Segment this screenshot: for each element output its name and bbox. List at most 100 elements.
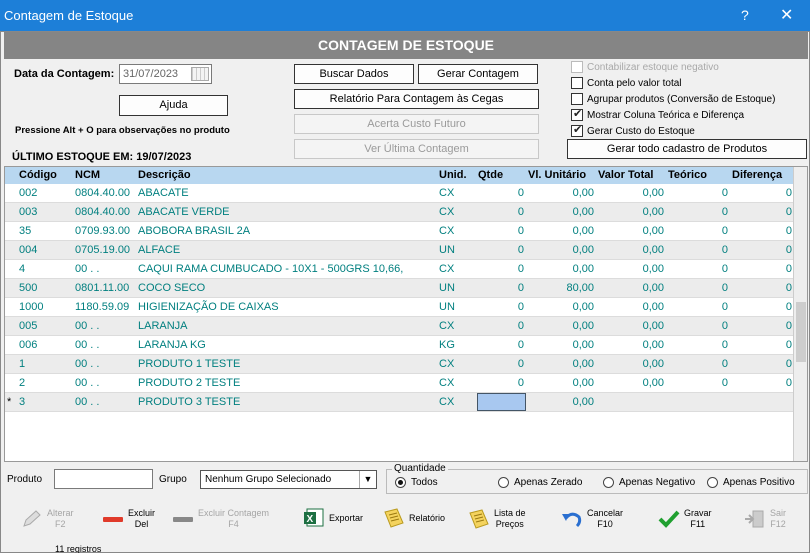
cancelar-key: F10 — [597, 519, 613, 529]
calendar-icon[interactable] — [191, 67, 209, 81]
date-value: 31/07/2023 — [123, 68, 179, 80]
cell-vu: 0,00 — [572, 263, 594, 275]
table-row[interactable]: 004 0705.19.00 ALFACE UN 0 0,00 0,00 0 0 — [5, 241, 795, 260]
cell-teo: 0 — [721, 301, 728, 313]
chevron-down-icon[interactable]: ▼ — [359, 471, 376, 488]
table-row[interactable]: * 3 00 . . PRODUTO 3 TESTE CX 0,00 — [5, 393, 795, 412]
cell-vu: 0,00 — [572, 320, 594, 332]
cell-qtde: 0 — [517, 301, 524, 313]
cancelar-button[interactable]: Cancelar F10 — [561, 508, 623, 530]
table-row[interactable]: 2 00 . . PRODUTO 2 TESTE CX 0 0,00 0,00 0 0 — [5, 374, 795, 393]
grupo-select[interactable]: Nenhum Grupo Selecionado ▼ — [200, 470, 377, 489]
option-mostrar-teorica[interactable]: Mostrar Coluna Teórica e Diferença — [571, 107, 745, 121]
buscar-dados-button[interactable]: Buscar Dados — [294, 64, 414, 84]
cell-unid: CX — [439, 377, 455, 389]
table-row[interactable]: 500 0801.11.00 COCO SECO UN 0 80,00 0,00 0 0 — [5, 279, 795, 298]
cell-ncm: 00 . . — [75, 263, 100, 275]
relatorio-cegas-button[interactable]: Relatório Para Contagem às Cegas — [294, 89, 539, 109]
cell-qtde: 0 — [517, 320, 524, 332]
scrollbar-thumb[interactable] — [796, 302, 806, 362]
sair-label: Sair — [770, 508, 787, 518]
radio-todos[interactable]: Todos — [395, 477, 438, 488]
date-field[interactable]: 31/07/2023 — [119, 64, 212, 84]
cell-desc: ALFACE — [138, 244, 181, 256]
table-row[interactable]: 003 0804.40.00 ABACATE VERDE CX 0 0,00 0,00 0 0 — [5, 203, 795, 222]
column-header[interactable]: Código — [19, 169, 57, 181]
cell-codigo: 005 — [19, 320, 38, 332]
page-title: CONTAGEM DE ESTOQUE — [4, 32, 808, 59]
acerta-custo-button[interactable]: Acerta Custo Futuro — [294, 114, 539, 134]
radio-apenas-zerado[interactable]: Apenas Zerado — [498, 477, 582, 488]
cell-ncm: 00 . . — [75, 358, 100, 370]
qtde-edit-cell[interactable] — [477, 393, 526, 411]
cell-ncm: 0804.40.00 — [75, 187, 131, 199]
gerar-todo-cadastro-button[interactable]: Gerar todo cadastro de Produtos — [567, 139, 807, 159]
gravar-key: F11 — [690, 519, 706, 529]
cell-vt: 0,00 — [642, 339, 664, 351]
option-gerar-custo[interactable]: Gerar Custo do Estoque — [571, 123, 695, 137]
option-label: Agrupar produtos (Conversão de Estoque) — [587, 93, 776, 105]
exportar-button[interactable]: X Exportar — [303, 508, 363, 528]
column-header[interactable]: Diferença — [732, 169, 782, 181]
column-header[interactable]: Teórico — [668, 169, 707, 181]
grupo-label: Grupo — [159, 474, 187, 485]
table-row[interactable]: 1 00 . . PRODUTO 1 TESTE CX 0 0,00 0,00 0 0 — [5, 355, 795, 374]
table-row[interactable]: 005 00 . . LARANJA CX 0 0,00 0,00 0 0 — [5, 317, 795, 336]
gerar-contagem-button[interactable]: Gerar Contagem — [418, 64, 538, 84]
cell-desc: COCO SECO — [138, 282, 206, 294]
column-header[interactable]: Descrição — [138, 169, 191, 181]
option-label: Mostrar Coluna Teórica e Diferença — [587, 109, 745, 121]
table-header: Código NCM Descrição Unid. Qtde Vl. Unit… — [5, 167, 795, 184]
option-agrupar-produtos[interactable]: Agrupar produtos (Conversão de Estoque) — [571, 93, 775, 105]
excluir-key: Del — [134, 519, 149, 529]
cell-teo: 0 — [721, 263, 728, 275]
produto-label: Produto — [7, 474, 43, 485]
radio-icon — [707, 477, 718, 488]
cell-vu: 80,00 — [566, 282, 594, 294]
cell-codigo: 1 — [19, 358, 26, 370]
cell-unid: CX — [439, 206, 455, 218]
radio-apenas-negativo[interactable]: Apenas Negativo — [603, 477, 695, 488]
cell-codigo: 003 — [19, 206, 38, 218]
column-header[interactable]: Vl. Unitário — [528, 169, 586, 181]
excluir-label: Excluir — [128, 508, 156, 518]
cell-qtde: 0 — [517, 206, 524, 218]
cell-unid: CX — [439, 358, 455, 370]
cell-vt: 0,00 — [642, 263, 664, 275]
help-icon[interactable]: ? — [741, 7, 749, 23]
cancelar-label: Cancelar — [587, 508, 624, 518]
sair-button[interactable]: Sair F12 — [744, 508, 786, 530]
cell-codigo: 3 — [19, 396, 26, 408]
column-header[interactable]: Qtde — [478, 169, 503, 181]
ver-ultima-contagem-button[interactable]: Ver Última Contagem — [294, 139, 539, 159]
help-button[interactable]: Ajuda — [119, 95, 228, 116]
column-header[interactable]: NCM — [75, 169, 100, 181]
excluir-button[interactable]: Excluir Del — [102, 508, 155, 530]
produto-input[interactable] — [54, 469, 153, 489]
gravar-button[interactable]: Gravar F11 — [658, 508, 712, 530]
option-valor-total[interactable]: Conta pelo valor total — [571, 77, 682, 89]
table-row[interactable]: 006 00 . . LARANJA KG KG 0 0,00 0,00 0 0 — [5, 336, 795, 355]
cell-teo: 0 — [721, 187, 728, 199]
main-window: CONTAGEM DE ESTOQUE Data da Contagem: 31… — [0, 31, 810, 553]
lista-label: Lista de — [494, 508, 526, 518]
table-row[interactable]: 4 00 . . CAQUI RAMA CUMBUCADO - 10X1 - 500… — [5, 260, 795, 279]
lista-precos-button[interactable]: Lista de Preços — [468, 508, 526, 530]
cell-vu: 0,00 — [572, 244, 594, 256]
excluir-contagem-button[interactable]: Excluir Contagem F4 — [172, 508, 269, 530]
table-row[interactable]: 35 0709.93.00 ABOBORA BRASIL 2A CX 0 0,00 0,00… — [5, 222, 795, 241]
close-icon[interactable]: ✕ — [780, 5, 793, 25]
cell-unid: CX — [439, 396, 455, 408]
cell-dif: 0 — [785, 339, 792, 351]
vertical-scrollbar[interactable] — [793, 167, 807, 461]
column-header[interactable]: Unid. — [439, 169, 467, 181]
table-row[interactable]: 1000 1180.59.09 HIGIENIZAÇÃO DE CAIXAS UN 0 0… — [5, 298, 795, 317]
table-row[interactable]: 002 0804.40.00 ABACATE CX 0 0,00 0,00 0 0 — [5, 184, 795, 203]
option-contabilizar-negativo[interactable]: Contabilizar estoque negativo — [571, 61, 719, 73]
column-header[interactable]: Valor Total — [598, 169, 653, 181]
alterar-button[interactable]: Alterar F2 — [21, 508, 74, 530]
cell-desc: LARANJA — [138, 320, 188, 332]
cell-dif: 0 — [785, 320, 792, 332]
radio-apenas-positivo[interactable]: Apenas Positivo — [707, 477, 795, 488]
relatorio-button[interactable]: Relatório — [383, 508, 445, 528]
